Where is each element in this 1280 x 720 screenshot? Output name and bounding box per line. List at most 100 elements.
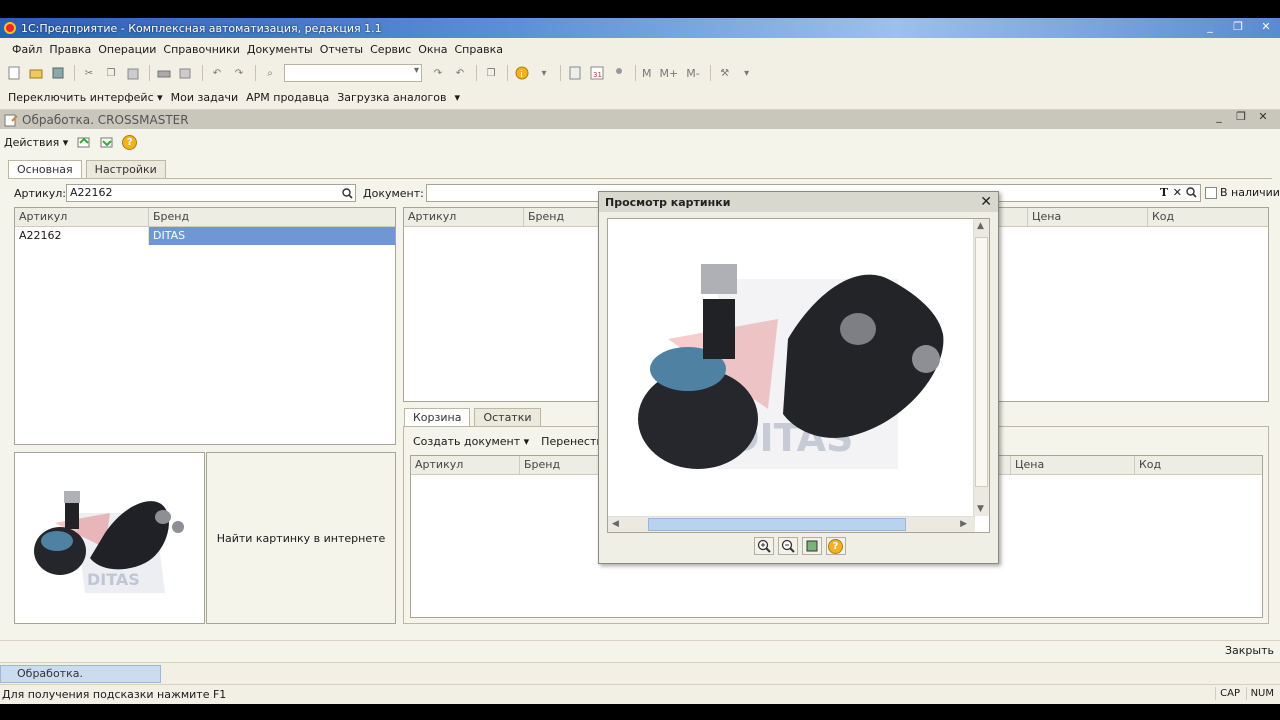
taskbar-item-crossmaster[interactable]: Обработка. CROSSMASTER	[0, 665, 161, 696]
horizontal-scroll-thumb[interactable]	[648, 518, 906, 531]
memory-minus-button[interactable]: M-	[686, 67, 699, 80]
functions-panel: Переключить интерфейс ▾ Мои задачи АРМ п…	[0, 86, 1280, 110]
article-value: A22162	[70, 186, 113, 199]
menu-documents[interactable]: Документы	[247, 43, 313, 56]
calendar-icon[interactable]: 31	[589, 65, 605, 81]
dialog-close-button[interactable]: ✕	[980, 194, 992, 210]
menu-reports[interactable]: Отчеты	[320, 43, 363, 56]
menu-service[interactable]: Сервис	[370, 43, 411, 56]
import-icon[interactable]	[76, 134, 92, 150]
tab-basket[interactable]: Корзина	[404, 408, 471, 427]
menu-operations[interactable]: Операции	[98, 43, 156, 56]
undo-icon[interactable]: ↶	[209, 65, 225, 81]
vertical-scrollbar[interactable]: ▲ ▼	[973, 219, 989, 516]
vertical-scroll-thumb[interactable]	[975, 237, 988, 487]
dialog-help-button[interactable]: ?	[825, 537, 846, 555]
menu-help[interactable]: Справка	[455, 43, 503, 56]
doc-restore-button[interactable]: ❐	[1230, 110, 1252, 123]
copy-icon[interactable]: ❐	[103, 65, 119, 81]
picture-viewport[interactable]: DITAS ▲ ▼ ◀ ▶	[607, 218, 990, 533]
menu-edit[interactable]: Правка	[49, 43, 91, 56]
scroll-left-icon[interactable]: ◀	[612, 519, 619, 529]
col-article[interactable]: Артикул	[404, 208, 524, 226]
redo-icon[interactable]: ↷	[231, 65, 247, 81]
print-preview-icon[interactable]	[178, 65, 194, 81]
tools-icon[interactable]: ⚒	[717, 65, 733, 81]
info-icon[interactable]: i	[514, 65, 530, 81]
zoom-in-button[interactable]	[753, 537, 774, 555]
search-icon[interactable]: ⌕	[262, 65, 278, 81]
document-search-icon[interactable]	[1186, 187, 1197, 203]
menu-windows[interactable]: Окна	[418, 43, 447, 56]
minimize-button[interactable]: _	[1196, 18, 1224, 36]
zoom-in-icon	[757, 539, 771, 553]
find-picture-label: Найти картинку в интернете	[216, 531, 386, 545]
cut-icon[interactable]: ✂	[81, 65, 97, 81]
find-prev-icon[interactable]: ↶	[452, 65, 468, 81]
col-price[interactable]: Цена	[1011, 456, 1135, 474]
col-price[interactable]: Цена	[1028, 208, 1148, 226]
my-tasks-button[interactable]: Мои задачи	[171, 91, 238, 104]
menu-catalogs[interactable]: Справочники	[163, 43, 239, 56]
print-icon[interactable]	[156, 65, 172, 81]
calculator-icon[interactable]	[567, 65, 583, 81]
search-combo[interactable]	[284, 64, 422, 82]
col-article[interactable]: Артикул	[15, 208, 149, 226]
find-next-icon[interactable]: ↷	[430, 65, 446, 81]
tab-stock[interactable]: Остатки	[474, 408, 541, 426]
paste-icon[interactable]	[125, 65, 141, 81]
info-dropdown-icon[interactable]: ▾	[536, 65, 552, 81]
find-picture-link[interactable]: Найти картинку в интернете	[206, 452, 396, 624]
menu-bar: Файл Правка Операции Справочники Докумен…	[0, 38, 1280, 60]
tab-main[interactable]: Основная	[8, 160, 82, 179]
main-toolbar: ✂ ❐ ↶ ↷ ⌕ ↷ ↶ ❐ i ▾ 31 M M+ M- ⚒ ▾	[0, 60, 1280, 86]
fit-image-button[interactable]	[801, 537, 822, 555]
maximize-button[interactable]: ❐	[1224, 18, 1252, 36]
help-icon[interactable]: ?	[122, 134, 138, 150]
col-code[interactable]: Код	[1135, 456, 1262, 474]
app-title: 1С:Предприятие - Комплексная автоматизац…	[21, 21, 382, 35]
col-brand[interactable]: Бренд	[149, 208, 395, 226]
create-document-button[interactable]: Создать документ ▾	[413, 435, 529, 448]
scroll-up-icon[interactable]: ▲	[977, 221, 984, 231]
load-analogs-button[interactable]: Загрузка аналогов	[337, 91, 446, 104]
ball-joint-large-image: DITAS	[638, 264, 944, 469]
status-bar: Для получения подсказки нажмите F1 CAP N…	[0, 684, 1280, 704]
open-folder-icon[interactable]	[28, 65, 44, 81]
switch-interface-button[interactable]: Переключить интерфейс ▾	[8, 91, 163, 104]
panel-more-icon[interactable]: ▾	[454, 91, 460, 104]
clear-icon[interactable]: ✕	[1173, 185, 1182, 201]
zoom-out-button[interactable]	[777, 537, 798, 555]
in-stock-label: В наличии	[1220, 186, 1280, 199]
menu-file[interactable]: Файл	[12, 43, 42, 56]
doc-minimize-button[interactable]: _	[1208, 110, 1230, 123]
tools-dropdown-icon[interactable]: ▾	[739, 65, 755, 81]
save-icon[interactable]	[50, 65, 66, 81]
memory-m-button[interactable]: M	[642, 67, 652, 80]
picture-viewer-dialog: Просмотр картинки ✕ DITAS ▲ ▼ ◀ ▶ ?	[598, 191, 999, 564]
document-title-bar: Обработка. CROSSMASTER _ ❐ ✕	[0, 110, 1280, 129]
table-row[interactable]: A22162 DITAS	[15, 227, 395, 245]
scroll-right-icon[interactable]: ▶	[960, 519, 967, 529]
in-stock-checkbox[interactable]: В наличии	[1205, 186, 1280, 199]
arm-seller-button[interactable]: АРМ продавца	[246, 91, 329, 104]
col-article[interactable]: Артикул	[411, 456, 520, 474]
scroll-down-icon[interactable]: ▼	[977, 504, 984, 514]
col-code[interactable]: Код	[1148, 208, 1268, 226]
part-picture[interactable]: DITAS	[14, 452, 205, 624]
article-search-icon[interactable]	[339, 185, 355, 201]
windows-icon[interactable]: ❐	[483, 65, 499, 81]
memory-plus-button[interactable]: M+	[660, 67, 679, 80]
in-stock-check-box[interactable]	[1205, 186, 1217, 199]
horizontal-scrollbar[interactable]: ◀ ▶	[608, 516, 975, 532]
type-select-icon[interactable]: T	[1160, 185, 1168, 201]
export-icon[interactable]	[99, 134, 115, 150]
doc-close-button[interactable]: ✕	[1252, 110, 1274, 123]
new-document-icon[interactable]	[6, 65, 22, 81]
tab-settings[interactable]: Настройки	[85, 160, 166, 178]
close-form-button[interactable]: Закрыть	[1225, 644, 1274, 657]
close-window-button[interactable]: ✕	[1252, 18, 1280, 36]
users-icon[interactable]	[611, 65, 627, 81]
actions-menu-button[interactable]: Действия ▾	[4, 136, 68, 149]
article-input[interactable]: A22162	[66, 184, 356, 202]
